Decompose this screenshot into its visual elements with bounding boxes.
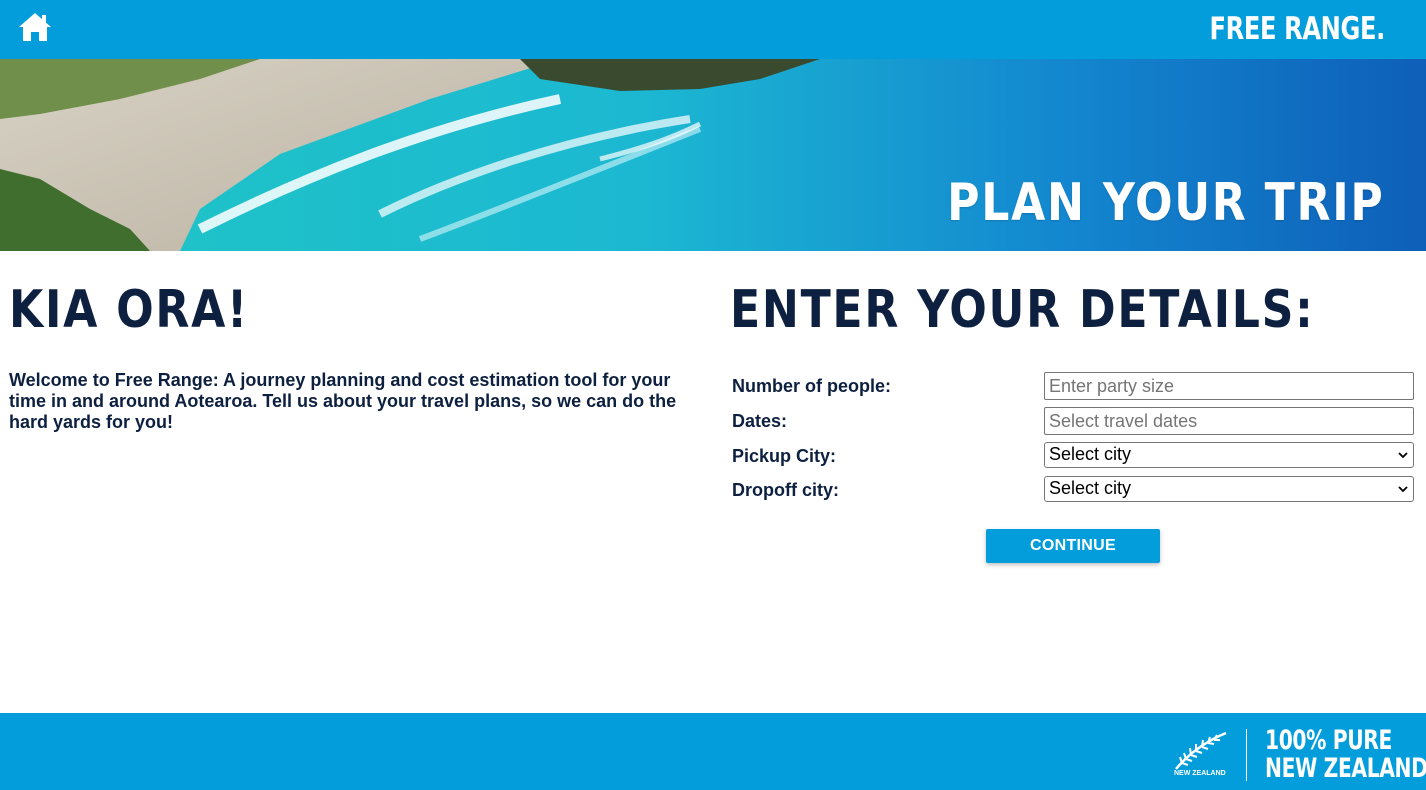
pickup-city-value: Select city bbox=[1049, 444, 1132, 464]
dates-label: Dates: bbox=[732, 411, 788, 431]
fern-caption: NEW ZEALAND bbox=[1174, 770, 1226, 777]
party-size-input[interactable] bbox=[1044, 372, 1414, 400]
dates-row: Dates: bbox=[730, 407, 1420, 435]
people-row: Number of people: bbox=[730, 372, 1420, 400]
brand-logo: FREE RANGE. bbox=[1209, 11, 1386, 47]
greeting-heading: KIA ORA! bbox=[9, 280, 249, 340]
people-label: Number of people: bbox=[732, 376, 892, 396]
details-form: ENTER YOUR DETAILS: Number of people: Da… bbox=[730, 280, 1420, 502]
home-icon[interactable] bbox=[17, 11, 53, 43]
footer-divider bbox=[1246, 729, 1247, 781]
dropoff-city-value: Select city bbox=[1049, 478, 1132, 498]
slogan-line-2: NEW ZEALAND bbox=[1265, 753, 1426, 784]
intro-section: KIA ORA! Welcome to Free Range: A journe… bbox=[9, 280, 709, 433]
footer: NEW ZEALAND 100% PURE NEW ZEALAND bbox=[0, 713, 1426, 790]
top-bar: FREE RANGE. bbox=[0, 0, 1426, 59]
continue-button[interactable]: CONTINUE bbox=[986, 529, 1160, 563]
hero-banner: PLAN YOUR TRIP bbox=[0, 59, 1426, 251]
dropoff-row: Dropoff city: Select city bbox=[730, 476, 1420, 504]
welcome-text: Welcome to Free Range: A journey plannin… bbox=[9, 370, 677, 432]
pickup-city-select[interactable]: Select city bbox=[1044, 442, 1414, 468]
pickup-row: Pickup City: Select city bbox=[730, 442, 1420, 470]
dropoff-city-select[interactable]: Select city bbox=[1044, 476, 1414, 502]
pickup-label: Pickup City: bbox=[732, 446, 837, 466]
chevron-down-icon bbox=[1398, 452, 1408, 459]
pure-nz-logo: 100% PURE NEW ZEALAND bbox=[1265, 727, 1426, 783]
form-heading: ENTER YOUR DETAILS: bbox=[730, 280, 1315, 340]
travel-dates-input[interactable] bbox=[1044, 407, 1414, 435]
chevron-down-icon bbox=[1398, 486, 1408, 493]
dropoff-label: Dropoff city: bbox=[732, 480, 839, 500]
slogan-line-1: 100% PURE bbox=[1265, 725, 1392, 756]
hero-title: PLAN YOUR TRIP bbox=[946, 173, 1384, 233]
